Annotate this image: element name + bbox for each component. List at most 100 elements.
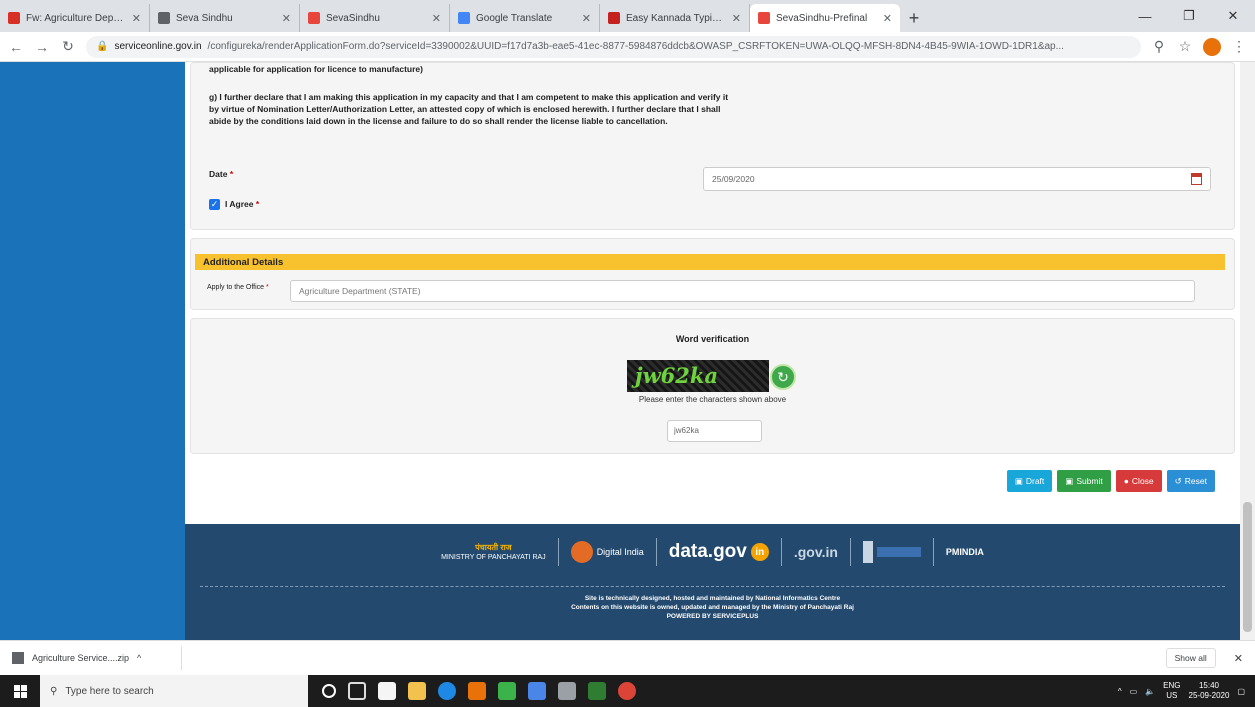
submit-label: Submit [1076, 476, 1103, 486]
calculator-icon[interactable] [558, 682, 576, 700]
ministry-logo[interactable]: पंचायती राज MINISTRY OF PANCHAYATI RAJ [441, 543, 546, 562]
browser-tab-6-active[interactable]: SevaSindhu-Prefinal ✕ [750, 4, 900, 32]
digital-india-logo[interactable]: Digital India [570, 541, 644, 563]
office-label-text: Apply to the Office [207, 284, 265, 291]
datagov-logo[interactable]: data.gov in [669, 541, 769, 563]
footer-line-3: POWERED BY SERVICEPLUS [666, 613, 759, 620]
browser-tab-5[interactable]: Easy Kannada Typing - English ✕ [600, 4, 750, 32]
save-icon: ▣ [1014, 475, 1023, 486]
start-button[interactable] [0, 675, 40, 707]
minimize-icon[interactable]: — [1123, 0, 1167, 32]
new-tab-button[interactable]: + [900, 4, 928, 32]
zoom-icon[interactable]: ⚲ [1151, 38, 1167, 55]
lock-icon: 🔒 [96, 41, 109, 52]
submit-button[interactable]: ▣ Submit [1057, 470, 1111, 492]
chevron-up-icon[interactable]: ^ [137, 653, 141, 663]
reset-button[interactable]: ↺ Reset [1166, 470, 1215, 492]
close-tab-icon[interactable]: ✕ [582, 12, 591, 25]
lang-region: US [1166, 691, 1178, 700]
date-field[interactable]: 25/09/2020 [703, 167, 1211, 191]
agree-checkbox[interactable]: ✓ [209, 199, 220, 210]
store-icon[interactable] [378, 682, 396, 700]
close-tab-icon[interactable]: ✕ [132, 12, 141, 25]
office-label: Apply to the Office * [207, 284, 269, 291]
emblem-logo[interactable] [862, 541, 921, 563]
app-icon[interactable] [468, 682, 486, 700]
draft-button[interactable]: ▣ Draft [1006, 470, 1053, 492]
profile-avatar[interactable] [1203, 37, 1221, 56]
browser-tab-4[interactable]: Google Translate ✕ [450, 4, 600, 32]
windows-logo-icon [13, 684, 27, 698]
zip-file-icon [12, 652, 24, 664]
menu-icon[interactable]: ⋮ [1231, 38, 1247, 55]
cortana-icon[interactable] [322, 684, 336, 698]
office-field[interactable]: Agriculture Department (STATE) [290, 280, 1195, 302]
back-icon[interactable]: ← [8, 39, 24, 55]
application-form: applicable for application for licence t… [185, 62, 1240, 640]
browser-toolbar: ← → ↻ 🔒 serviceonline.gov.in/configureka… [0, 32, 1255, 62]
notifications-icon[interactable]: ▢ [1237, 687, 1245, 696]
portal-icon [876, 547, 921, 557]
close-tab-icon[interactable]: ✕ [883, 12, 892, 25]
date-value: 25/09/2020 [712, 174, 755, 184]
close-tab-icon[interactable]: ✕ [432, 12, 441, 25]
bookmark-star-icon[interactable]: ☆ [1177, 38, 1193, 55]
browser-tab-1[interactable]: Fw: Agriculture Department | ✕ [0, 4, 150, 32]
tray-chevron-icon[interactable]: ^ [1118, 687, 1122, 696]
browser-tab-3[interactable]: SevaSindhu ✕ [300, 4, 450, 32]
download-item[interactable]: Agriculture Service....zip ^ [12, 646, 182, 670]
clock-time: 15:40 [1198, 681, 1219, 690]
gmail-icon [8, 12, 20, 24]
network-icon[interactable]: ▭ [1130, 687, 1138, 696]
divider [557, 538, 559, 566]
search-icon: ⚲ [50, 685, 58, 697]
close-tab-icon[interactable]: ✕ [282, 12, 291, 25]
declaration-text-g: g) I further declare that I am making th… [209, 92, 729, 126]
maximize-icon[interactable]: ❐ [1167, 0, 1211, 32]
close-download-bar-icon[interactable]: ✕ [1234, 652, 1243, 665]
draft-label: Draft [1025, 476, 1045, 486]
scrollbar-thumb[interactable] [1243, 502, 1252, 632]
sevasindhu-icon [758, 12, 770, 24]
close-label: Close [1131, 476, 1154, 486]
digital-india-text: Digital India [596, 547, 644, 557]
ministry-name: MINISTRY OF PANCHAYATI RAJ [441, 553, 546, 561]
close-tab-icon[interactable]: ✕ [732, 12, 741, 25]
chrome-icon[interactable] [618, 682, 636, 700]
document-icon[interactable] [528, 682, 546, 700]
india-gov-logo[interactable]: .gov.in [794, 544, 838, 560]
address-bar[interactable]: 🔒 serviceonline.gov.in/configureka/rende… [86, 35, 1141, 58]
excel-icon[interactable] [588, 682, 606, 700]
close-circle-icon: ● [1123, 476, 1129, 486]
divider [655, 538, 657, 566]
close-button[interactable]: ● Close [1115, 470, 1162, 492]
captcha-refresh-icon[interactable]: ↻ [770, 364, 796, 390]
browser-tab-2[interactable]: Seva Sindhu ✕ [150, 4, 300, 32]
calendar-icon[interactable] [1191, 173, 1202, 185]
forward-icon[interactable]: → [34, 39, 50, 55]
language-indicator[interactable]: ENG US [1163, 681, 1180, 701]
clock[interactable]: 15:40 25-09-2020 [1189, 681, 1230, 701]
close-window-icon[interactable]: ✕ [1211, 0, 1255, 32]
spreadsheet-icon[interactable] [498, 682, 516, 700]
page-scrollbar[interactable] [1240, 62, 1255, 640]
reset-icon: ↺ [1174, 475, 1182, 486]
translate-icon [458, 12, 470, 24]
captcha-input[interactable]: jw62ka [667, 420, 762, 442]
search-placeholder: Type here to search [65, 685, 154, 697]
reload-icon[interactable]: ↻ [60, 38, 76, 55]
footer-line-2: Contents on this website is owned, updat… [571, 604, 854, 611]
taskbar-search[interactable]: ⚲ Type here to search [40, 675, 308, 707]
tab-title: SevaSindhu [326, 12, 380, 24]
declaration-text-top: applicable for application for licence t… [209, 64, 423, 74]
volume-icon[interactable]: 🔈 [1145, 687, 1155, 696]
footer-credits: Site is technically designed, hosted and… [185, 594, 1240, 621]
show-all-button[interactable]: Show all [1165, 648, 1216, 668]
left-sidebar [0, 62, 185, 640]
datagov-in-badge: in [750, 543, 769, 561]
pmindia-logo[interactable]: PMINDIA [946, 547, 984, 557]
file-explorer-icon[interactable] [408, 682, 426, 700]
edge-icon[interactable] [438, 682, 456, 700]
task-view-icon[interactable] [348, 682, 366, 700]
digital-india-icon [570, 541, 593, 563]
